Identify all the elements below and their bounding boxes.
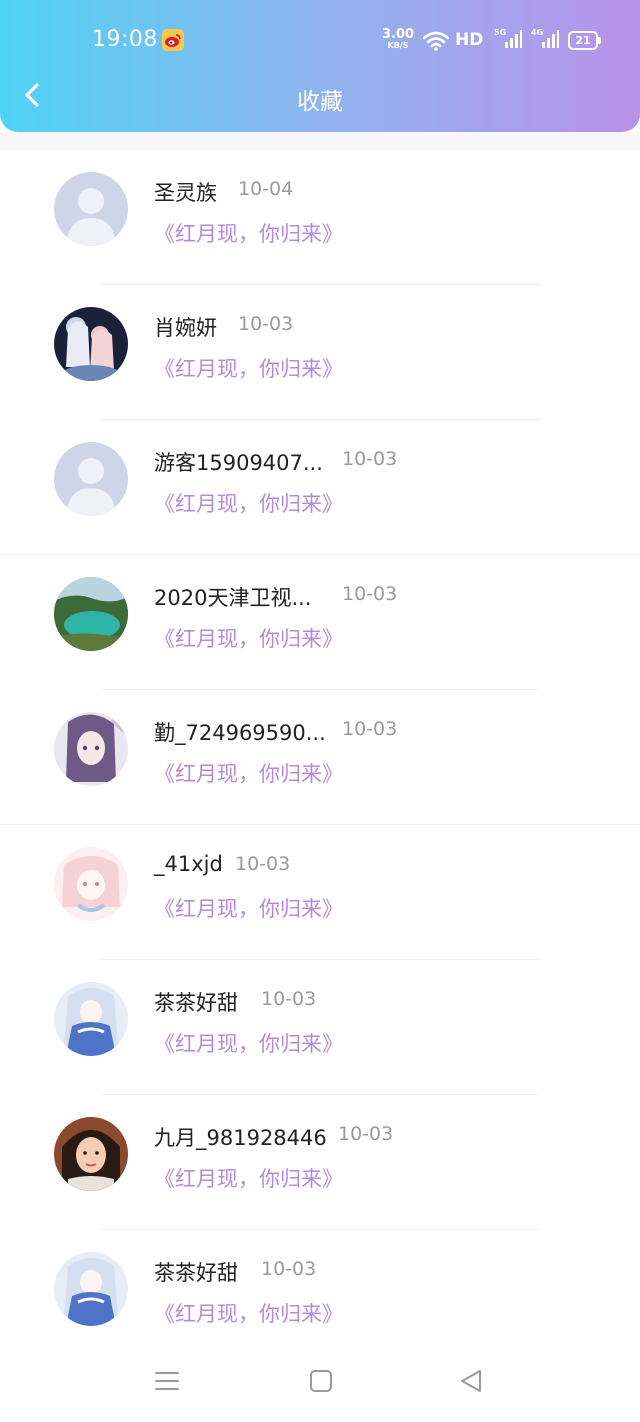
item-date: 10-03 [338, 1123, 394, 1145]
menu-icon[interactable] [155, 1369, 179, 1393]
avatar[interactable] [54, 577, 128, 651]
status-bar: 19:08 3.00 KB/S HD 5G 4G 21 [0, 0, 640, 80]
weibo-notification-icon [162, 29, 184, 51]
user-name: 2020天津卫视... [154, 586, 312, 610]
list-item[interactable]: 茶茶好甜 10-03 《红月现，你归来》 [0, 960, 640, 1095]
user-name: 圣灵族 [154, 181, 217, 205]
item-date: 10-04 [238, 178, 294, 200]
list-item[interactable]: 九月_981928446 10-03 《红月现，你归来》 [0, 1095, 640, 1230]
item-date: 10-03 [261, 988, 317, 1010]
story-title-link[interactable]: 《红月现，你归来》 [154, 623, 343, 653]
wifi-icon [423, 31, 449, 51]
page-title: 收藏 [297, 89, 343, 115]
story-title-link[interactable]: 《红月现，你归来》 [154, 218, 343, 248]
story-title-link[interactable]: 《红月现，你归来》 [154, 1163, 343, 1193]
story-title-link[interactable]: 《红月现，你归来》 [154, 758, 343, 788]
avatar[interactable] [54, 307, 128, 381]
signal-5g-icon: 5G [494, 28, 522, 53]
story-title-link[interactable]: 《红月现，你归来》 [154, 353, 343, 383]
user-name: 勤_724969590... [154, 721, 326, 745]
user-name: 游客15909407... [154, 451, 323, 475]
favorites-list: 圣灵族 10-04 《红月现，你归来》 肖婉妍 10-03 《红月现，你归来》 [0, 150, 640, 1365]
network-speed: 3.00 KB/S [382, 27, 415, 50]
item-date: 10-03 [342, 718, 398, 740]
list-item[interactable]: 游客15909407... 10-03 《红月现，你归来》 [0, 420, 640, 555]
list-item[interactable]: 圣灵族 10-04 《红月现，你归来》 [0, 150, 640, 285]
avatar[interactable] [54, 1252, 128, 1326]
user-name: _41xjd [154, 852, 223, 876]
hd-voice-indicator: HD [455, 30, 484, 50]
avatar[interactable] [54, 982, 128, 1056]
item-date: 10-03 [261, 1258, 317, 1280]
avatar[interactable] [54, 847, 128, 921]
story-title-link[interactable]: 《红月现，你归来》 [154, 488, 343, 518]
story-title-link[interactable]: 《红月现，你归来》 [154, 893, 343, 923]
battery-tip [598, 37, 601, 44]
item-date: 10-03 [342, 583, 398, 605]
story-title-link[interactable]: 《红月现，你归来》 [154, 1298, 343, 1328]
signal-4g-icon: 4G [531, 28, 559, 53]
list-item[interactable]: 2020天津卫视... 10-03 《红月现，你归来》 [0, 555, 640, 690]
list-item[interactable]: 勤_724969590... 10-03 《红月现，你归来》 [0, 690, 640, 825]
list-item[interactable]: _41xjd 10-03 《红月现，你归来》 [0, 825, 640, 960]
list-item[interactable]: 肖婉妍 10-03 《红月现，你归来》 [0, 285, 640, 420]
avatar[interactable] [54, 712, 128, 786]
status-time: 19:08 [92, 27, 158, 52]
story-title-link[interactable]: 《红月现，你归来》 [154, 1028, 343, 1058]
system-nav-bar [0, 1345, 640, 1422]
back-triangle-icon[interactable] [459, 1369, 483, 1393]
avatar[interactable] [54, 442, 128, 516]
item-date: 10-03 [342, 448, 398, 470]
item-date: 10-03 [235, 853, 291, 875]
user-name: 肖婉妍 [154, 316, 217, 340]
user-name: 茶茶好甜 [154, 991, 238, 1015]
item-date: 10-03 [238, 313, 294, 335]
home-square-icon[interactable] [309, 1369, 333, 1393]
avatar[interactable] [54, 1117, 128, 1191]
user-name: 茶茶好甜 [154, 1261, 238, 1285]
user-name: 九月_981928446 [154, 1126, 327, 1150]
avatar[interactable] [54, 172, 128, 246]
header-shadow [0, 132, 640, 150]
battery-indicator: 21 [568, 31, 598, 50]
app-header: 19:08 3.00 KB/S HD 5G 4G 21 收藏 [0, 0, 640, 132]
